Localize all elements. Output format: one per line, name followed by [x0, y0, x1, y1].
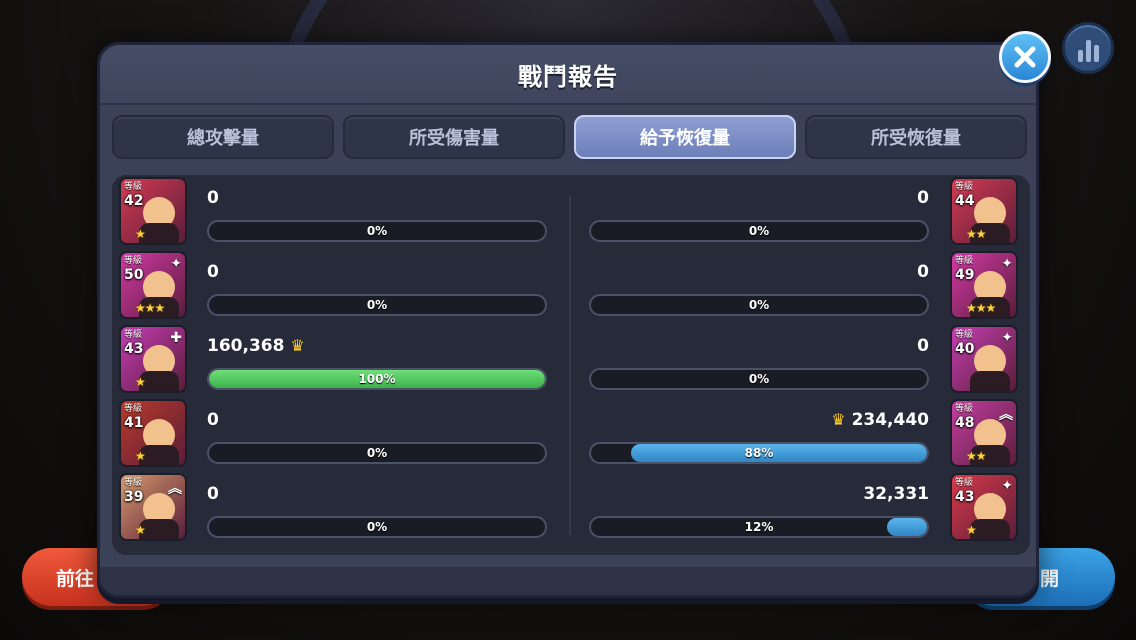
star-rating: ★★ — [966, 227, 986, 241]
panel-title: 戰鬥報告 — [518, 63, 618, 91]
heal-progress-bar: 0% — [589, 368, 929, 390]
tab-healing-received[interactable]: 所受恢復量 — [805, 115, 1027, 159]
heal-percent: 0% — [748, 224, 770, 238]
close-icon — [1014, 46, 1036, 68]
right-team-member: 等級 48 ︽ ★★ ♛ 234,440 88% — [112, 398, 1030, 468]
heal-percent: 0% — [748, 372, 770, 386]
heal-value-row: 0 — [917, 262, 929, 282]
tab-total-attack[interactable]: 總攻擊量 — [112, 115, 334, 159]
tab-bar: 總攻擊量 所受傷害量 給予恢復量 所受恢復量 — [112, 115, 1030, 161]
level-value: 40 — [955, 341, 975, 357]
heal-value: 0 — [917, 188, 929, 208]
cookie-body — [970, 371, 1010, 391]
level-tag: 等級 — [955, 404, 974, 414]
heal-value: 0 — [917, 262, 929, 282]
role-badge-icon: ✦ — [1001, 256, 1013, 272]
heal-value: 0 — [917, 336, 929, 356]
heal-value-row: 0 — [917, 336, 929, 356]
heal-progress-bar: 0% — [589, 220, 929, 242]
heal-value-row: ♛ 234,440 — [831, 410, 929, 430]
stats-button[interactable] — [1062, 22, 1114, 74]
heal-percent: 12% — [744, 520, 774, 534]
tab-healing-given[interactable]: 給予恢復量 — [574, 115, 796, 159]
background-left-button-label: 前往 — [56, 568, 95, 590]
role-badge-icon: ✦ — [1001, 478, 1013, 494]
cookie-avatar[interactable]: 等級 49 ✦ ★★★ — [950, 251, 1018, 319]
right-team-member: 等級 43 ✦ ★ 32,331 12% — [112, 472, 1030, 542]
close-button[interactable] — [999, 31, 1051, 83]
crown-icon: ♛ — [831, 410, 846, 429]
panel-header: 戰鬥報告 — [100, 45, 1036, 105]
level-tag: 等級 — [955, 182, 974, 192]
level-value: 43 — [955, 489, 975, 505]
role-badge-icon: ︽ — [999, 407, 1013, 423]
level-value: 44 — [955, 193, 975, 209]
heal-value: 32,331 — [863, 484, 929, 504]
heal-progress-bar: 12% — [589, 516, 929, 538]
heal-progress-bar: 0% — [589, 294, 929, 316]
star-rating: ★ — [966, 523, 977, 537]
panel-footer — [100, 567, 1036, 595]
cookie-avatar[interactable]: 等級 43 ✦ ★ — [950, 473, 1018, 541]
level-value: 49 — [955, 267, 975, 283]
background-right-button-label: 開 — [1039, 568, 1059, 590]
level-tag: 等級 — [955, 330, 974, 340]
heal-percent: 88% — [744, 446, 774, 460]
cookie-avatar[interactable]: 等級 44 ★★ — [950, 177, 1018, 245]
right-team-member: 等級 40 ✦ 0 0% — [112, 324, 1030, 394]
report-content: 等級 42 ★ 0 0% 等級 50 ✦ ★★★ 0 0% 等級 43 ✚ ★ 160,368 ♛ 100% 等級… — [112, 175, 1030, 555]
tab-damage-taken[interactable]: 所受傷害量 — [343, 115, 565, 159]
right-team-member: 等級 49 ✦ ★★★ 0 0% — [112, 250, 1030, 320]
cookie-body — [970, 519, 1010, 539]
star-rating: ★★ — [966, 449, 986, 463]
level-tag: 等級 — [955, 478, 974, 488]
right-team-member: 等級 44 ★★ 0 0% — [112, 176, 1030, 246]
heal-progress-bar: 88% — [589, 442, 929, 464]
heal-value: 234,440 — [851, 410, 929, 430]
level-value: 48 — [955, 415, 975, 431]
level-tag: 等級 — [955, 256, 974, 266]
battle-report-panel: 戰鬥報告 總攻擊量 所受傷害量 給予恢復量 所受恢復量 等級 42 ★ 0 0% 等級 50… — [97, 42, 1039, 598]
star-rating: ★★★ — [966, 301, 996, 315]
heal-percent: 0% — [748, 298, 770, 312]
cookie-avatar[interactable]: 等級 40 ✦ — [950, 325, 1018, 393]
role-badge-icon: ✦ — [1001, 330, 1013, 346]
bar-chart-icon — [1078, 40, 1099, 62]
heal-value-row: 32,331 — [863, 484, 929, 504]
cookie-avatar[interactable]: 等級 48 ︽ ★★ — [950, 399, 1018, 467]
heal-value-row: 0 — [917, 188, 929, 208]
